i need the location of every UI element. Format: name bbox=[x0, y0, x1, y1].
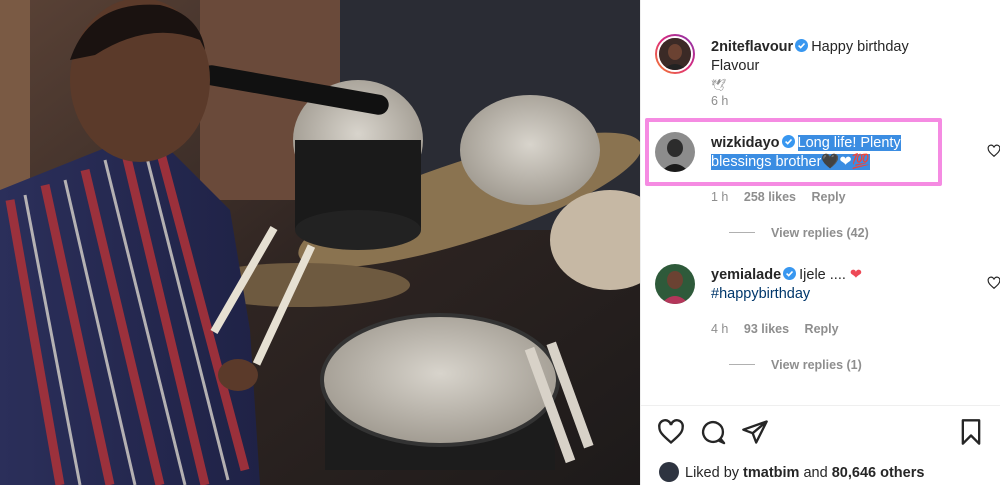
avatar[interactable] bbox=[655, 264, 695, 304]
dove-emoji: 🕊 bbox=[711, 78, 727, 92]
share-icon[interactable] bbox=[741, 418, 769, 446]
hashtag-link[interactable]: #happybirthday bbox=[711, 286, 810, 302]
post-actions: Liked by tmatbim and 80,646 others bbox=[641, 405, 1000, 485]
replies-divider bbox=[729, 364, 755, 365]
verified-badge-icon bbox=[783, 267, 797, 280]
comment-like-heart-icon[interactable] bbox=[987, 144, 1000, 158]
avatar-image bbox=[655, 264, 695, 304]
view-replies-label[interactable]: View replies (1) bbox=[771, 358, 862, 372]
drummer-photo bbox=[0, 0, 640, 485]
liked-by-and: and bbox=[803, 465, 828, 481]
bookmark-icon[interactable] bbox=[957, 418, 985, 446]
comment-icon[interactable] bbox=[699, 418, 727, 446]
post-photo bbox=[0, 0, 640, 485]
heart-emoji: ❤ bbox=[849, 267, 863, 283]
view-replies-label[interactable]: View replies (42) bbox=[771, 226, 869, 240]
comment-time: 4 h bbox=[711, 322, 729, 336]
comment-meta: 1 h 258 likes Reply bbox=[711, 190, 858, 204]
avatar[interactable] bbox=[655, 34, 695, 74]
view-replies[interactable]: View replies (1) bbox=[729, 358, 862, 372]
liked-by: Liked by tmatbim and 80,646 others bbox=[659, 462, 924, 482]
comment-username[interactable]: yemialade bbox=[711, 267, 781, 283]
comment-like-heart-icon[interactable] bbox=[987, 276, 1000, 290]
liked-by-user[interactable]: tmatbim bbox=[743, 465, 799, 481]
comment-likes[interactable]: 93 likes bbox=[744, 322, 789, 336]
comment-meta: 4 h 93 likes Reply bbox=[711, 322, 851, 336]
avatar-image bbox=[659, 38, 691, 70]
liked-by-prefix: Liked by bbox=[685, 465, 740, 481]
view-replies[interactable]: View replies (42) bbox=[729, 226, 869, 240]
heart-icon[interactable] bbox=[657, 418, 685, 446]
replies-divider bbox=[729, 232, 755, 233]
comment-text: Ijele .... bbox=[799, 267, 846, 283]
comment-time: 6 h bbox=[711, 94, 729, 108]
liked-by-count[interactable]: 80,646 others bbox=[832, 465, 925, 481]
comment-likes[interactable]: 258 likes bbox=[744, 190, 796, 204]
reply-button[interactable]: Reply bbox=[812, 190, 846, 204]
comment-time: 1 h bbox=[711, 190, 729, 204]
verified-badge-icon bbox=[795, 39, 809, 52]
comments-list: 2niteflavour Happy birthday Flavour 🕊 6 h… bbox=[641, 0, 1000, 405]
comments-panel: 2niteflavour Happy birthday Flavour 🕊 6 h… bbox=[640, 0, 1000, 485]
liker-avatar[interactable] bbox=[659, 462, 679, 482]
comment-username[interactable]: 2niteflavour bbox=[711, 39, 793, 55]
comment-meta: 6 h bbox=[711, 94, 740, 108]
highlight-annotation-box bbox=[645, 118, 942, 186]
reply-button[interactable]: Reply bbox=[805, 322, 839, 336]
